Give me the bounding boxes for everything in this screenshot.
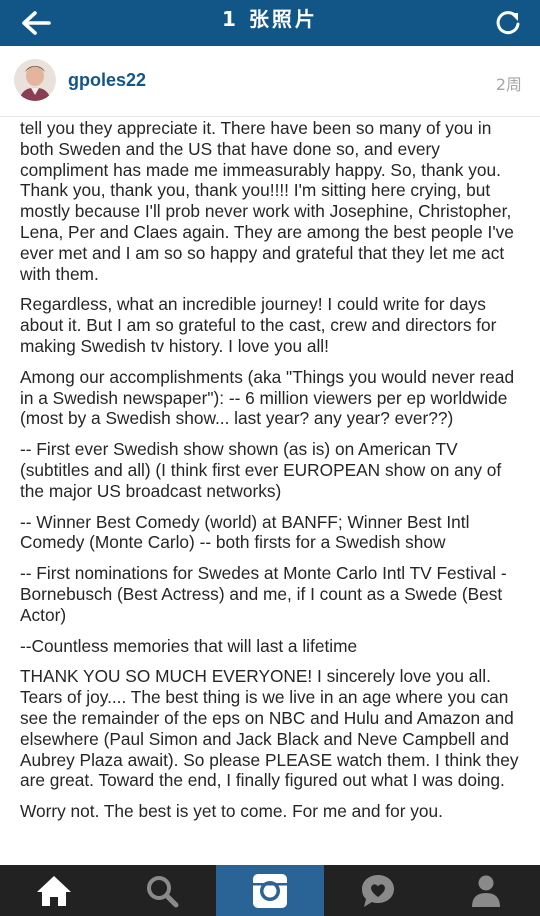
- avatar[interactable]: [14, 59, 56, 101]
- profile-icon: [472, 875, 500, 907]
- username-link[interactable]: gpoles22: [68, 70, 146, 91]
- tab-camera[interactable]: [216, 865, 324, 916]
- post-header: gpoles22 2周: [0, 46, 540, 117]
- caption-paragraph: Regardless, what an incredible journey! …: [20, 294, 497, 356]
- refresh-button[interactable]: [488, 3, 528, 43]
- caption-paragraph: Worry not. The best is yet to come. For …: [20, 801, 443, 822]
- camera-icon: [253, 873, 287, 908]
- home-icon: [37, 875, 71, 906]
- caption-paragraph: -- First ever Swedish show shown (as is)…: [20, 439, 502, 501]
- tab-activity[interactable]: [324, 865, 432, 916]
- post-age: 2周: [495, 75, 522, 94]
- caption-paragraph: THANK YOU SO MUCH EVERYONE! I sincerely …: [20, 666, 519, 791]
- tab-home[interactable]: [0, 865, 108, 916]
- caption-paragraph: -- Winner Best Comedy (world) at BANFF; …: [20, 511, 470, 553]
- caption-paragraph: --Countless memories that will last a li…: [20, 635, 358, 656]
- tab-search[interactable]: [108, 865, 216, 916]
- caption-paragraph: Among our accomplishments (aka "Things y…: [20, 366, 515, 429]
- avatar-image: [14, 59, 56, 101]
- page-title: 1 张照片: [222, 7, 318, 31]
- top-nav-bar: 1 张照片: [0, 0, 540, 46]
- caption-paragraph: -- First nominations for Swedes at Monte…: [20, 563, 507, 625]
- bottom-tab-bar: [0, 865, 540, 916]
- back-button[interactable]: [16, 3, 56, 43]
- refresh-icon: [496, 11, 520, 35]
- caption-text: tell you they appreciate it. There have …: [20, 117, 525, 832]
- search-icon: [147, 875, 179, 907]
- caption-paragraph: tell you they appreciate it. There have …: [20, 118, 514, 284]
- tab-profile[interactable]: [432, 865, 540, 916]
- arrow-left-icon: [22, 11, 51, 35]
- caption-scroll-area[interactable]: tell you they appreciate it. There have …: [0, 117, 540, 865]
- activity-heart-icon: [362, 874, 394, 907]
